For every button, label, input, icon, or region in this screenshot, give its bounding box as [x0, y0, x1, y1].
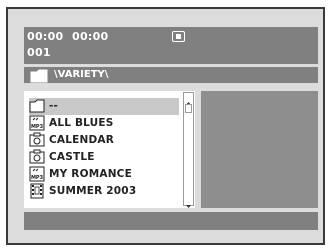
photo-icon [29, 132, 45, 148]
elapsed-time: 00:00 [27, 30, 64, 43]
list-item[interactable]: MP3 ALL BLUES [29, 115, 179, 132]
svg-text:MP3: MP3 [31, 175, 44, 181]
scroll-up-arrow-icon[interactable] [184, 93, 193, 105]
total-time: 00:00 [72, 30, 109, 43]
track-number: 001 [27, 46, 51, 59]
current-path: \VARIETY\ [54, 69, 109, 80]
list-item[interactable]: MP3 MY ROMANCE [29, 166, 179, 183]
stop-icon[interactable] [172, 31, 185, 42]
path-bar: \VARIETY\ [24, 67, 318, 83]
list-item-label: CALENDAR [49, 134, 115, 146]
list-item-label: MY ROMANCE [49, 168, 132, 180]
folder-icon [30, 68, 48, 87]
list-item[interactable]: SUMMER 2003 [29, 183, 179, 200]
list-scrollbar[interactable] [183, 92, 194, 208]
file-list: -- MP3 ALL BLUES CALENDAR CASTLE MP3 MY … [24, 91, 195, 208]
list-item-label: CASTLE [49, 151, 95, 163]
video-icon [29, 183, 45, 199]
list-item[interactable]: CASTLE [29, 149, 179, 166]
scrollbar-thumb[interactable] [185, 104, 192, 113]
list-item-label: SUMMER 2003 [49, 185, 137, 197]
status-bar: 00:00 00:00 001 [24, 27, 318, 64]
list-item[interactable]: -- [29, 98, 179, 115]
info-bar [24, 212, 318, 230]
mp3-icon: MP3 [29, 115, 45, 131]
list-item[interactable]: CALENDAR [29, 132, 179, 149]
photo-icon [29, 149, 45, 165]
folder-icon [29, 98, 45, 114]
list-item-label: ALL BLUES [49, 117, 114, 129]
list-item-label: -- [49, 100, 59, 112]
mp3-icon: MP3 [29, 166, 45, 182]
preview-panel [201, 91, 318, 208]
scroll-down-arrow-icon[interactable] [184, 196, 193, 208]
svg-text:MP3: MP3 [31, 124, 44, 130]
